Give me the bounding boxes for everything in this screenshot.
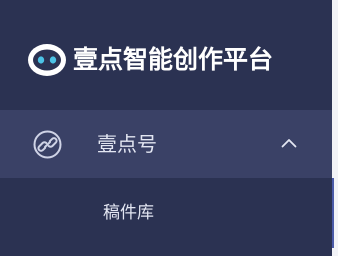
content-edge xyxy=(332,0,338,256)
sidebar-item-yidianhao[interactable]: 壹点号 xyxy=(0,110,332,178)
sidebar-subitem-manuscript-library[interactable]: 稿件库 xyxy=(0,178,332,248)
sidebar-item-label: 壹点号 xyxy=(97,132,157,156)
app-title: 壹点智能创作平台 xyxy=(73,45,274,74)
robot-face-icon xyxy=(28,44,66,76)
link-circle-icon xyxy=(33,130,62,159)
sidebar-subitem-label: 稿件库 xyxy=(103,203,154,223)
sidebar: 壹点智能创作平台 壹点号 稿件库 xyxy=(0,0,332,256)
chevron-up-icon[interactable] xyxy=(281,138,297,148)
divider xyxy=(332,178,334,248)
brand-header: 壹点智能创作平台 xyxy=(0,0,332,110)
